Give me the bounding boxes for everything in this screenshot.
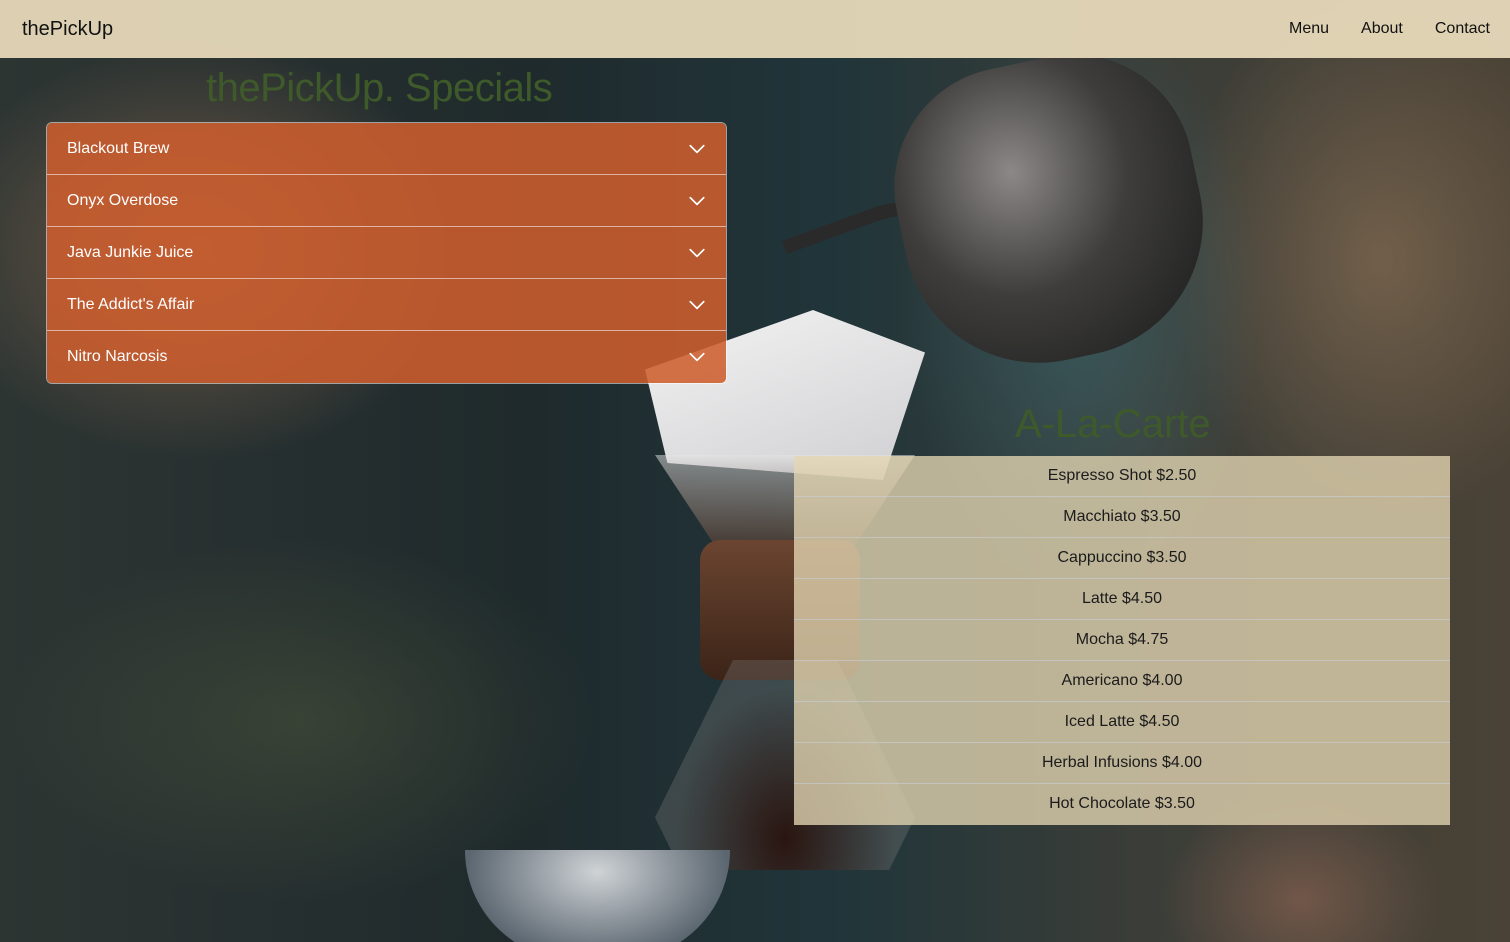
chevron-down-icon bbox=[689, 300, 705, 309]
a-la-carte-heading: A-La-Carte bbox=[1015, 402, 1211, 446]
bowl-shape bbox=[465, 850, 730, 942]
a-la-carte-list: Espresso Shot $2.50 Macchiato $3.50 Capp… bbox=[794, 456, 1450, 825]
list-item: Macchiato $3.50 bbox=[794, 497, 1450, 538]
accordion-item-nitro-narcosis[interactable]: Nitro Narcosis bbox=[47, 331, 726, 383]
accordion-item-label: Java Junkie Juice bbox=[67, 243, 194, 261]
accordion-item-onyx-overdose[interactable]: Onyx Overdose bbox=[47, 175, 726, 227]
accordion-item-the-addicts-affair[interactable]: The Addict's Affair bbox=[47, 279, 726, 331]
nav-link-contact[interactable]: Contact bbox=[1419, 20, 1490, 38]
list-item: Herbal Infusions $4.00 bbox=[794, 743, 1450, 784]
nav-links: Menu About Contact bbox=[1273, 20, 1490, 38]
chevron-down-icon bbox=[689, 248, 705, 257]
list-item: Latte $4.50 bbox=[794, 579, 1450, 620]
accordion-item-blackout-brew[interactable]: Blackout Brew bbox=[47, 123, 726, 175]
chevron-down-icon bbox=[689, 196, 705, 205]
list-item: Hot Chocolate $3.50 bbox=[1049, 795, 1195, 812]
specials-heading: thePickUp. Specials bbox=[206, 66, 553, 110]
accordion-item-label: Nitro Narcosis bbox=[67, 348, 168, 365]
list-item: Mocha $4.75 bbox=[794, 620, 1450, 661]
list-item: Cappuccino $3.50 bbox=[794, 538, 1450, 579]
accordion-item-java-junkie-juice[interactable]: Java Junkie Juice bbox=[47, 227, 726, 279]
list-item: Espresso Shot $2.50 bbox=[794, 456, 1450, 497]
list-item: Iced Latte $4.50 bbox=[794, 702, 1450, 743]
accordion-item-label: Blackout Brew bbox=[67, 139, 170, 157]
nav-link-menu[interactable]: Menu bbox=[1273, 20, 1345, 38]
navbar: thePickUp Menu About Contact bbox=[0, 0, 1510, 58]
accordion-item-label: Onyx Overdose bbox=[67, 191, 179, 209]
chevron-down-icon bbox=[689, 144, 705, 153]
list-item: Americano $4.00 bbox=[794, 661, 1450, 702]
specials-accordion: Blackout Brew Onyx Overdose Java Junkie … bbox=[46, 122, 727, 384]
accordion-item-label: The Addict's Affair bbox=[67, 295, 195, 313]
brand-link[interactable]: thePickUp bbox=[22, 18, 113, 41]
chevron-down-icon bbox=[689, 352, 705, 362]
nav-link-about[interactable]: About bbox=[1345, 20, 1419, 38]
